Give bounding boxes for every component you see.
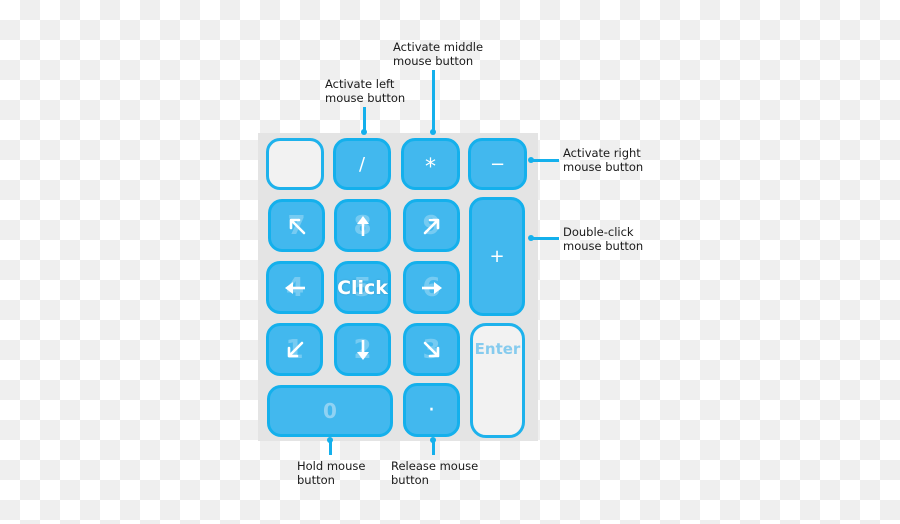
key-3[interactable]: 3	[403, 323, 460, 376]
annotation-left: Activate left mouse button	[325, 77, 406, 105]
decimal-key[interactable]: ·	[403, 383, 460, 437]
key-7[interactable]: 7	[268, 199, 325, 252]
arrow-up-icon	[356, 215, 369, 236]
multiply-key[interactable]: *	[401, 138, 460, 190]
connector-dot-double-click	[528, 235, 534, 241]
annotation-right: Activate right mouse button	[563, 146, 644, 174]
arrow-up-left-icon	[289, 218, 305, 234]
key-2[interactable]: 2	[334, 323, 391, 376]
arrow-up-right-icon	[423, 218, 439, 234]
connector-dot-middle	[430, 129, 436, 135]
annotation-double-click: Double-click mouse button	[563, 225, 644, 253]
numlock-key[interactable]	[266, 138, 324, 190]
connector-dot-right	[528, 157, 534, 163]
connector-dot-left	[361, 129, 367, 135]
key-0-label: 0	[323, 399, 337, 423]
plus-key[interactable]: +	[469, 197, 525, 316]
connector-dot-hold	[327, 437, 333, 443]
annotation-middle: Activate middle mouse button	[393, 40, 484, 68]
arrow-left-icon	[285, 281, 305, 294]
key-4[interactable]: 4	[266, 261, 324, 314]
click-label: Click	[337, 276, 388, 299]
minus-symbol: −	[489, 153, 506, 175]
connector-right	[531, 159, 559, 162]
key-1[interactable]: 1	[266, 323, 323, 376]
multiply-symbol: *	[425, 154, 436, 180]
plus-symbol: +	[489, 246, 505, 267]
divide-symbol: /	[358, 153, 366, 175]
divide-key[interactable]: /	[333, 138, 391, 190]
annotation-release: Release mouse button	[391, 459, 479, 487]
key-6[interactable]: 6	[403, 261, 460, 314]
connector-middle	[432, 70, 435, 132]
key-8[interactable]: 8	[334, 199, 391, 252]
minus-key[interactable]: −	[468, 138, 527, 190]
key-5-click[interactable]: 5 Click	[334, 261, 391, 314]
arrow-down-right-icon	[423, 341, 439, 357]
connector-double-click	[531, 237, 559, 240]
key-0[interactable]: 0	[267, 385, 393, 437]
key-9[interactable]: 9	[403, 199, 460, 252]
arrow-down-left-icon	[287, 341, 303, 357]
arrow-down-icon	[356, 339, 369, 360]
arrow-right-icon	[421, 281, 442, 294]
enter-key[interactable]: Enter	[470, 323, 525, 438]
connector-dot-release	[430, 437, 436, 443]
enter-label: Enter	[474, 340, 521, 358]
annotation-hold: Hold mouse button	[297, 459, 366, 487]
decimal-symbol: ·	[428, 397, 435, 423]
